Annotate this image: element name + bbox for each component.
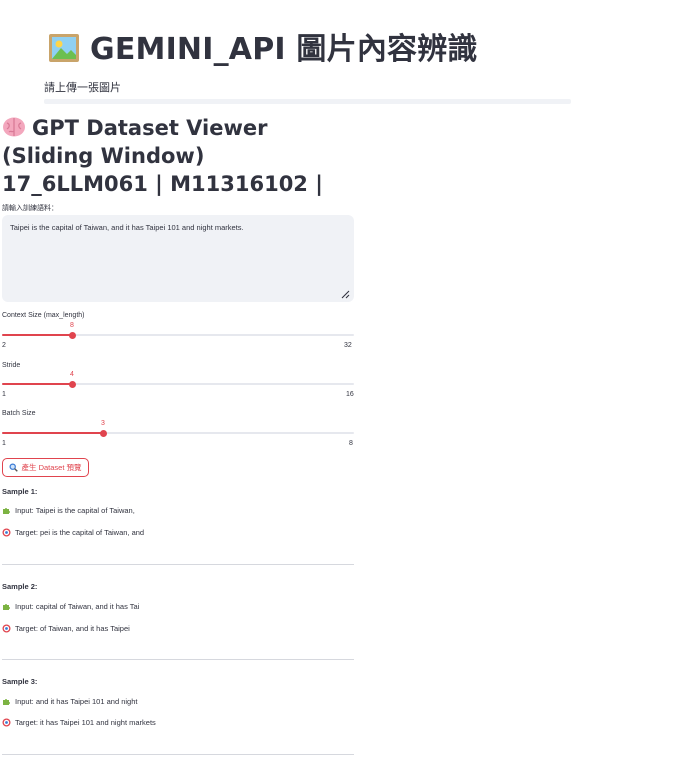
slider-stride-label: Stride	[2, 362, 21, 369]
slider-value: 4	[70, 371, 74, 378]
puzzle-piece-icon	[2, 697, 11, 706]
target-icon	[2, 718, 11, 727]
slider-fill	[2, 432, 103, 434]
file-uploader[interactable]	[44, 99, 571, 104]
puzzle-piece-icon	[2, 506, 11, 515]
slider-min: 2	[2, 342, 6, 349]
target-icon	[2, 528, 11, 537]
slider-fill	[2, 334, 72, 336]
slider-max: 32	[344, 342, 352, 349]
viewer-title: GPT Dataset Viewer (Sliding Window) 17_6…	[2, 114, 352, 198]
page-title: GEMINI_API 圖片內容辨識	[48, 24, 478, 68]
sample-input: Input: Taipei is the capital of Taiwan,	[2, 506, 135, 515]
slider-min: 1	[2, 391, 6, 398]
generate-dataset-button-label: 產生 Dataset 預覽	[21, 463, 82, 472]
slider-max: 8	[349, 440, 353, 447]
slider-thumb[interactable]	[99, 429, 107, 437]
slider-context-size[interactable]: 8	[2, 322, 354, 339]
slider-thumb[interactable]	[68, 380, 76, 388]
corpus-textarea[interactable]: Taipei is the capital of Taiwan, and it …	[2, 215, 354, 302]
slider-batch-size-label: Batch Size	[2, 410, 36, 417]
resize-handle-icon[interactable]	[340, 289, 350, 299]
page-title-text: GEMINI_API 圖片內容辨識	[90, 32, 478, 67]
divider	[2, 754, 354, 755]
slider-thumb[interactable]	[68, 331, 76, 339]
magnifier-icon	[9, 463, 19, 472]
divider	[2, 659, 354, 660]
corpus-textarea-value: Taipei is the capital of Taiwan, and it …	[10, 223, 244, 232]
uploader-label: 請上傳一張圖片	[44, 82, 121, 94]
sample-title: Sample 1:	[2, 487, 38, 496]
target-icon	[2, 624, 11, 633]
slider-max: 16	[346, 391, 354, 398]
slider-stride[interactable]: 4	[2, 371, 354, 388]
sample-title: Sample 3:	[2, 677, 38, 686]
corpus-input-label: 請輸入訓練語料：	[2, 205, 58, 212]
divider	[2, 564, 354, 565]
slider-value: 8	[70, 322, 74, 329]
sample-input: Input: and it has Taipei 101 and night	[2, 697, 137, 706]
generate-dataset-button[interactable]: 產生 Dataset 預覽	[2, 458, 89, 477]
slider-value: 3	[101, 420, 105, 427]
sample-input: Input: capital of Taiwan, and it has Tai	[2, 602, 139, 611]
slider-fill	[2, 383, 72, 385]
brain-icon	[2, 116, 26, 138]
slider-context-size-label: Context Size (max_length)	[2, 312, 85, 319]
puzzle-piece-icon	[2, 602, 11, 611]
sample-target: Target: of Taiwan, and it has Taipei	[2, 624, 130, 633]
framed-picture-icon	[48, 33, 80, 63]
sample-title: Sample 2:	[2, 582, 38, 591]
sample-target: Target: pei is the capital of Taiwan, an…	[2, 528, 144, 537]
slider-batch-size[interactable]: 3	[2, 420, 354, 437]
slider-min: 1	[2, 440, 6, 447]
sample-target: Target: it has Taipei 101 and night mark…	[2, 718, 156, 727]
viewer-title-text: GPT Dataset Viewer (Sliding Window) 17_6…	[2, 116, 323, 196]
